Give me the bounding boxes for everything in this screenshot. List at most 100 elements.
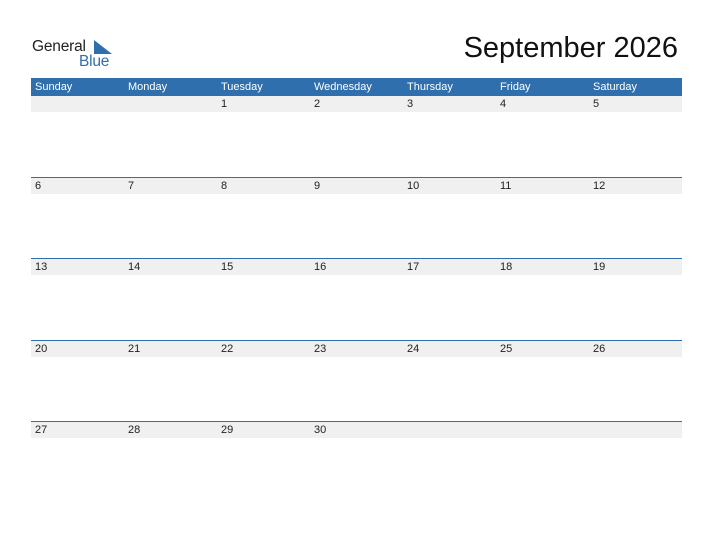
day-cell[interactable]: [124, 438, 217, 503]
day-cell[interactable]: [589, 194, 682, 259]
day-number: 22: [221, 342, 234, 355]
day-number: 15: [221, 261, 234, 273]
week-row: 13 14 15 16 17 18 19: [31, 258, 682, 340]
day-number: 1: [221, 98, 228, 110]
brand-name-general: General: [32, 38, 86, 55]
day-number: [403, 422, 496, 438]
day-cell[interactable]: [217, 357, 310, 422]
day-cell[interactable]: [310, 194, 403, 259]
day-number: 21: [128, 342, 141, 355]
day-number: 11: [500, 179, 512, 192]
day-cell[interactable]: [310, 357, 403, 422]
date-band: 20 21 22 23 24 25 26: [31, 340, 682, 357]
day-number: [589, 422, 682, 438]
day-cell[interactable]: [403, 112, 496, 177]
brand-name-blue: Blue: [79, 53, 110, 70]
day-cell[interactable]: [589, 438, 682, 503]
week-row: 27 28 29 30: [31, 421, 682, 503]
weeks-container: 1 2 3 4 5 6 7 8 9 10 11 12 13 14 15 16 17 18 19 20 21 22 23 24 2…: [31, 96, 682, 503]
day-cell[interactable]: [124, 112, 217, 177]
week-row: 6 7 8 9 10 11 12: [31, 176, 682, 259]
day-cell[interactable]: [310, 438, 403, 503]
week-body: [31, 357, 682, 422]
day-number: 12: [593, 179, 606, 192]
day-cell[interactable]: [31, 194, 124, 259]
logo-triangle-icon: [94, 40, 112, 54]
day-number: [31, 96, 124, 112]
day-number: 27: [35, 424, 48, 436]
day-number: 16: [314, 261, 327, 273]
week-row: 20 21 22 23 24 25 26: [31, 339, 682, 422]
day-number: 19: [593, 261, 606, 273]
day-cell[interactable]: [403, 194, 496, 259]
day-number: 17: [407, 261, 420, 273]
day-number: 6: [35, 179, 42, 192]
day-number: 13: [35, 261, 48, 273]
weekday-header: Monday: [128, 81, 168, 93]
day-cell[interactable]: [217, 112, 310, 177]
day-cell[interactable]: [31, 112, 124, 177]
day-number: [124, 96, 217, 112]
day-number: 4: [500, 98, 507, 110]
date-band: 6 7 8 9 10 11 12: [31, 177, 682, 194]
day-cell[interactable]: [589, 112, 682, 177]
day-number: 29: [221, 424, 234, 436]
weekday-header-row: Sunday Monday Tuesday Wednesday Thursday…: [31, 78, 682, 96]
day-number: 25: [500, 342, 513, 355]
day-cell[interactable]: [496, 357, 589, 422]
date-band: 27 28 29 30: [31, 422, 682, 438]
day-cell[interactable]: [496, 438, 589, 503]
day-number: 18: [500, 261, 513, 273]
day-number: 10: [407, 179, 420, 192]
day-cell[interactable]: [124, 275, 217, 340]
day-number: 7: [128, 179, 135, 192]
day-cell[interactable]: [31, 275, 124, 340]
weekday-header: Saturday: [593, 81, 638, 93]
day-number: 8: [221, 179, 228, 192]
weekday-header: Wednesday: [314, 81, 372, 93]
date-band: 13 14 15 16 17 18 19: [31, 259, 682, 275]
week-body: [31, 194, 682, 259]
day-number: [496, 422, 589, 438]
day-cell[interactable]: [217, 194, 310, 259]
day-cell[interactable]: [403, 357, 496, 422]
weekday-header: Sunday: [35, 81, 73, 93]
week-row: 1 2 3 4 5: [31, 96, 682, 177]
day-number: 5: [593, 98, 600, 110]
day-cell[interactable]: [31, 438, 124, 503]
day-number: 3: [407, 98, 414, 110]
day-number: 14: [128, 261, 141, 273]
day-cell[interactable]: [310, 112, 403, 177]
day-cell[interactable]: [124, 357, 217, 422]
day-cell[interactable]: [310, 275, 403, 340]
week-body: [31, 438, 682, 503]
day-cell[interactable]: [31, 357, 124, 422]
day-number: 2: [314, 98, 321, 110]
day-cell[interactable]: [496, 194, 589, 259]
day-cell[interactable]: [496, 275, 589, 340]
calendar-title: September 2026: [463, 32, 678, 64]
day-number: 26: [593, 342, 606, 355]
weekday-header: Tuesday: [221, 81, 263, 93]
day-cell[interactable]: [496, 112, 589, 177]
day-cell[interactable]: [589, 275, 682, 340]
week-body: [31, 275, 682, 340]
day-cell[interactable]: [403, 438, 496, 503]
day-number: 30: [314, 424, 327, 436]
brand-logo: General Blue: [32, 38, 122, 72]
day-number: 20: [35, 342, 48, 355]
day-number: 28: [128, 424, 141, 436]
day-number: 24: [407, 342, 420, 355]
day-cell[interactable]: [403, 275, 496, 340]
day-cell[interactable]: [124, 194, 217, 259]
weekday-header: Thursday: [407, 81, 453, 93]
day-cell[interactable]: [217, 438, 310, 503]
day-number: 23: [314, 342, 327, 355]
date-band: 1 2 3 4 5: [31, 96, 682, 112]
weekday-header: Friday: [500, 81, 531, 93]
week-body: [31, 112, 682, 177]
day-cell[interactable]: [217, 275, 310, 340]
day-number: 9: [314, 179, 321, 192]
day-cell[interactable]: [589, 357, 682, 422]
calendar-grid: Sunday Monday Tuesday Wednesday Thursday…: [31, 78, 682, 503]
